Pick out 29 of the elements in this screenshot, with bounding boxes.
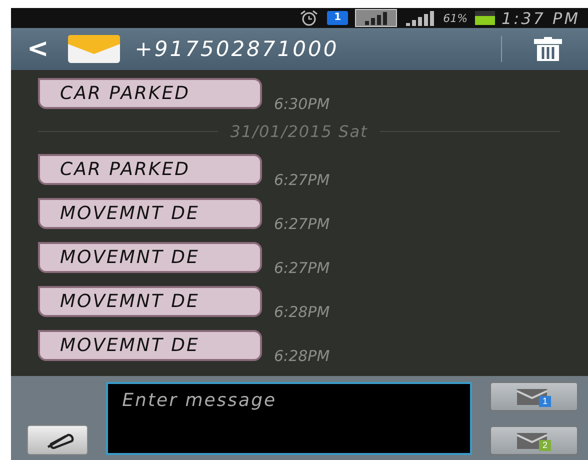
send-button[interactable]: 1 <box>490 382 578 411</box>
battery-icon <box>474 11 495 25</box>
attach-button[interactable] <box>27 425 88 455</box>
envelope-icon <box>517 432 548 448</box>
message-bubble[interactable]: CAR PARKED <box>38 78 262 109</box>
sim-badge: 1 <box>539 396 550 407</box>
message-time: 6:28PM <box>274 347 330 365</box>
signal-icon <box>355 9 398 27</box>
message-time: 6:28PM <box>274 303 330 321</box>
signal-icon <box>404 10 436 26</box>
message-bubble[interactable]: MOVEMNT DE <box>38 242 262 273</box>
envelope-icon <box>66 34 121 64</box>
message-bubble[interactable]: MOVEMNT DE <box>38 286 262 317</box>
message-time: 6:27PM <box>274 259 330 277</box>
message-time: 6:27PM <box>274 215 330 233</box>
trash-icon[interactable] <box>534 37 562 61</box>
sim-badge: 2 <box>539 440 550 451</box>
back-button[interactable]: < <box>23 34 53 64</box>
status-time: 1:37 PM <box>502 8 580 28</box>
message-bubble[interactable]: CAR PARKED <box>38 154 262 185</box>
message-input[interactable]: Enter message <box>106 382 472 455</box>
contact-number: +917502871000 <box>134 37 340 61</box>
message-time: 6:30PM <box>274 95 330 113</box>
message-bubble[interactable]: MOVEMNT DE <box>38 330 262 361</box>
date-separator: 31/01/2015 Sat <box>230 122 368 141</box>
message-bubble[interactable]: MOVEMNT DE <box>38 198 262 229</box>
sim-badge: 1 <box>327 11 348 25</box>
battery-percent: 61% <box>443 12 468 24</box>
message-time: 6:27PM <box>274 171 330 189</box>
